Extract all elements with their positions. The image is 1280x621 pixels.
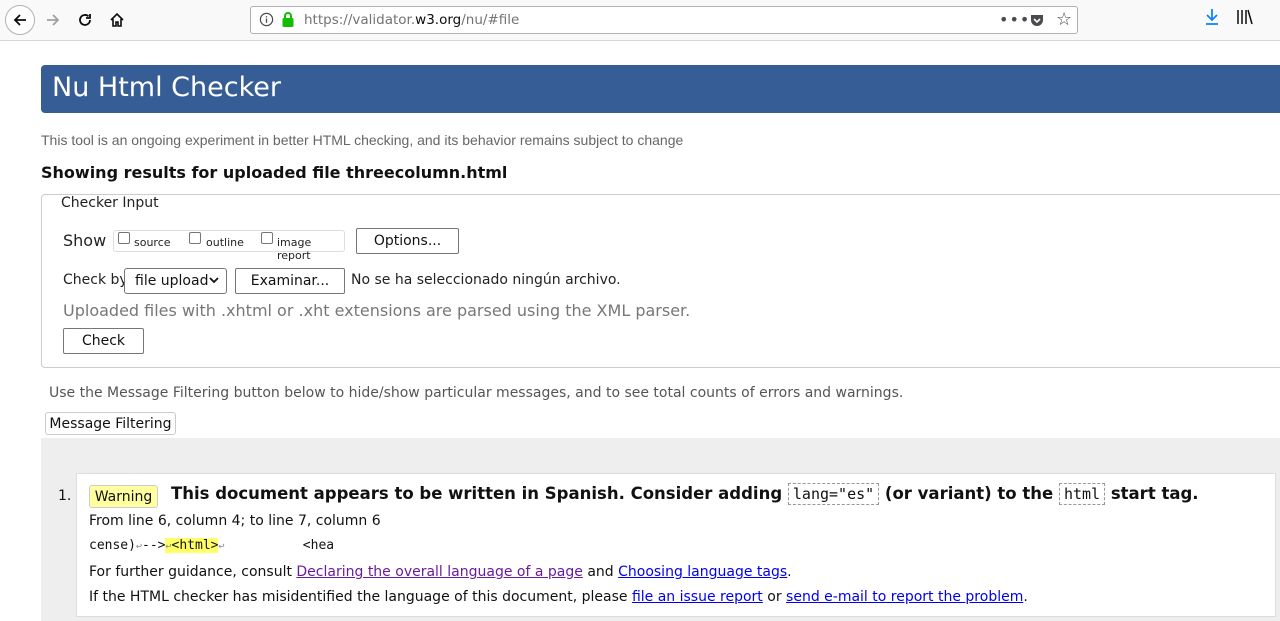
image-report-checkbox-label[interactable]: image report: [277, 236, 344, 262]
message-filtering-button[interactable]: Message Filtering: [45, 412, 176, 435]
file-issue-report-link[interactable]: file an issue report: [632, 589, 763, 605]
page-title: Nu Html Checker: [52, 72, 281, 103]
message-location: From line 6, column 4; to line 7, column…: [89, 513, 381, 529]
outline-checkbox-label[interactable]: outline: [206, 236, 244, 249]
code-html: html: [1058, 483, 1106, 505]
checker-input-legend: Checker Input: [61, 195, 159, 211]
browser-toolbar: https://validator.w3.org/nu/#file ••• ☆: [0, 0, 1280, 41]
options-button[interactable]: Options...: [356, 228, 459, 254]
url-text[interactable]: https://validator.w3.org/nu/#file: [304, 12, 519, 28]
tagline: This tool is an ongoing experiment in be…: [41, 132, 684, 148]
issue-end: .: [1023, 589, 1028, 605]
code-extract: cense)↩-->↩<html>↩ <hea: [89, 538, 334, 553]
extract-highlight: ↩<html>: [165, 538, 219, 553]
guidance-end: .: [787, 564, 792, 580]
declaring-language-link[interactable]: Declaring the overall language of a page: [296, 564, 582, 580]
info-icon[interactable]: [259, 12, 274, 27]
issue-prefix: If the HTML checker has misidentified th…: [89, 589, 628, 605]
lock-icon[interactable]: [281, 11, 295, 28]
issue-report-line: If the HTML checker has misidentified th…: [89, 589, 1028, 605]
chevron-down-icon: [209, 277, 219, 284]
downloads-icon[interactable]: [1204, 8, 1220, 26]
message-title-text-2: (or variant) to the: [884, 484, 1054, 503]
check-by-label: Check by: [63, 272, 128, 288]
results-heading: Showing results for uploaded file threec…: [41, 163, 508, 182]
browse-button[interactable]: Examinar...: [235, 268, 345, 294]
show-label: Show: [63, 231, 107, 250]
show-options-group: source outline image report: [113, 230, 345, 262]
warning-badge: Warning: [89, 485, 158, 508]
extract-mid: -->: [142, 538, 166, 553]
choosing-language-tags-link[interactable]: Choosing language tags: [618, 564, 787, 580]
send-email-link[interactable]: send e-mail to report the problem: [786, 589, 1023, 605]
back-button[interactable]: [5, 5, 35, 35]
outline-checkbox[interactable]: [189, 232, 201, 244]
message-title-text-3: start tag.: [1110, 484, 1199, 503]
message-title: This document appears to be written in S…: [171, 483, 1199, 505]
extract-before: cense): [89, 538, 136, 553]
bookmark-star-icon[interactable]: ☆: [1056, 9, 1072, 30]
guidance-prefix: For further guidance, consult: [89, 564, 292, 580]
home-icon: [110, 12, 124, 27]
issue-or: or: [767, 589, 782, 605]
image-report-checkbox[interactable]: [261, 232, 273, 244]
extract-after: <hea: [302, 538, 335, 553]
message-number: 1.: [58, 488, 72, 504]
xml-parser-note: Uploaded files with .xhtml or .xht exten…: [63, 301, 691, 320]
page-header: Nu Html Checker: [41, 65, 1280, 113]
reload-icon: [79, 14, 91, 26]
forward-button[interactable]: [39, 6, 67, 34]
check-by-select[interactable]: file upload: [124, 268, 227, 294]
message-filtering-note: Use the Message Filtering button below t…: [49, 385, 904, 401]
arrow-right-icon: [47, 14, 60, 26]
arrow-left-icon: [13, 14, 26, 26]
check-button[interactable]: Check: [63, 328, 144, 354]
message-title-text-1: This document appears to be written in S…: [171, 484, 783, 503]
pocket-icon[interactable]: [1029, 12, 1045, 28]
library-icon[interactable]: [1236, 8, 1254, 26]
more-actions-icon[interactable]: •••: [999, 10, 1030, 29]
source-checkbox-label[interactable]: source: [134, 236, 171, 249]
guidance-and: and: [587, 564, 614, 580]
check-by-value: file upload: [135, 273, 209, 289]
url-bar[interactable]: https://validator.w3.org/nu/#file ••• ☆: [250, 6, 1078, 34]
guidance-line: For further guidance, consult Declaring …: [89, 564, 792, 580]
reload-button[interactable]: [71, 6, 99, 34]
no-file-text: No se ha seleccionado ningún archivo.: [351, 272, 621, 288]
code-lang-es: lang="es": [787, 483, 880, 505]
line-feed-icon: ↩: [218, 541, 225, 552]
source-checkbox[interactable]: [118, 232, 130, 244]
home-button[interactable]: [103, 6, 131, 34]
